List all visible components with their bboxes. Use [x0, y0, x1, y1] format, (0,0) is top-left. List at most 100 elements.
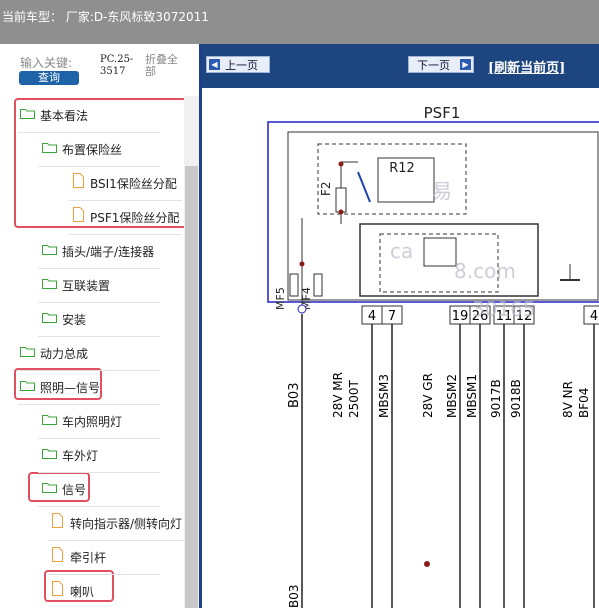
folder-open-icon [20, 381, 35, 391]
folder-open-icon [42, 245, 57, 255]
file-icon [73, 173, 84, 188]
tree-item-bsi1[interactable]: BSI1保险丝分配 [68, 166, 182, 201]
keyword-label: 输入关键: [20, 56, 73, 70]
left-panel: 输入关键: 查询 PC.25-3517 折叠全部 基本看法 布置保险丝 BSI1… [0, 44, 199, 608]
tree-item-label: 安装 [62, 313, 87, 327]
wire-label: B03 [287, 383, 302, 408]
module-title: PSF1 [424, 104, 461, 122]
folder-open-icon [42, 449, 57, 459]
folder-open-icon [20, 347, 35, 357]
tree-item-label: 插头/端子/连接器 [62, 245, 155, 259]
junction-dot [424, 561, 430, 567]
tree-item-turn-indicator[interactable]: 转向指示器/侧转向灯 [48, 506, 184, 541]
file-icon [52, 547, 63, 562]
inner-frame [287, 131, 599, 301]
prev-page-button[interactable]: ◀ 上一页 [206, 56, 270, 73]
tree-item-label: 车内照明灯 [62, 415, 123, 429]
folder-open-icon [42, 143, 57, 153]
fuse-mf5 [289, 273, 299, 297]
tree-item-fuse-layout[interactable]: 布置保险丝 [38, 132, 160, 167]
wire-label: 8V NR [561, 381, 575, 418]
folder-open-icon [42, 483, 57, 493]
scrollbar-thumb[interactable] [185, 166, 198, 608]
tree-item-label: BSI1保险丝分配 [90, 177, 177, 191]
wire-label: BF04 [577, 388, 591, 418]
tree-item-install[interactable]: 安装 [38, 302, 160, 337]
query-button[interactable]: 查询 [19, 71, 79, 85]
fuse-f2 [335, 187, 347, 213]
tree-item-label: 布置保险丝 [62, 143, 123, 157]
next-page-button[interactable]: 下一页 ▶ [408, 56, 474, 73]
svg-text:ca: ca [390, 239, 413, 263]
tree-item-powertrain[interactable]: 动力总成 [18, 336, 160, 371]
file-icon [52, 513, 63, 528]
tree-item-label: 喇叭 [70, 585, 95, 599]
prev-page-label: 上一页 [225, 59, 258, 72]
junction-dot [338, 209, 344, 215]
file-icon [52, 581, 63, 596]
svg-text:易: 易 [432, 179, 452, 203]
wire-label: MBSM1 [465, 374, 479, 418]
tree-item-horn[interactable]: 喇叭 [48, 574, 160, 608]
wire-label-bottom: B03 [287, 584, 301, 608]
tree-view: 基本看法 布置保险丝 BSI1保险丝分配 PSF1保险丝分配 插头/端子/连接器… [0, 96, 196, 608]
folder-open-icon [42, 279, 57, 289]
relay-switch [357, 171, 371, 203]
svg-text:8.com: 8.com [454, 259, 516, 283]
tree-item-label: 车外灯 [62, 449, 99, 463]
svg-text:30165: 30165 [472, 297, 536, 321]
tree-item-interconnect[interactable]: 互联装置 [38, 268, 160, 303]
wire-label: 9018B [509, 379, 523, 418]
arrow-right-icon: ▶ [460, 59, 471, 70]
tree-item-label: 照明—信号 [40, 381, 101, 395]
page-nav-bar: ◀ 上一页 下一页 ▶ [刷新当前页] [202, 44, 599, 88]
fold-all-link[interactable]: 折叠全部 [145, 54, 185, 78]
title-bar: 当前车型： 厂家:D-东风标致3072011 [0, 0, 599, 44]
fuse-f2-label: F2 [319, 181, 333, 196]
fuse-mf4 [313, 273, 323, 297]
pin-label: 19 [452, 309, 469, 324]
pin-label: 4 [368, 309, 376, 324]
tree-item-signal[interactable]: 信号 [38, 472, 160, 507]
tree-scrollbar[interactable] [184, 96, 199, 608]
file-icon [73, 207, 84, 222]
wire-label: 28V GR [421, 373, 435, 418]
tree-item-label: PSF1保险丝分配 [90, 211, 180, 225]
wire-label: 2500T [347, 379, 361, 418]
pin-label: 7 [388, 309, 396, 324]
tree-item-basic[interactable]: 基本看法 [18, 98, 160, 133]
tree-item-label: 转向指示器/侧转向灯 [70, 517, 183, 531]
diagram-panel: ◀ 上一页 下一页 ▶ [刷新当前页] PSF1 R12 F2 MF5 MF4 … [199, 44, 599, 608]
tree-item-label: 基本看法 [40, 109, 89, 123]
next-page-label: 下一页 [417, 59, 450, 72]
wire-label: MBSM2 [445, 374, 459, 418]
tree-item-interior-light[interactable]: 车内照明灯 [38, 404, 160, 439]
connector-b03 [297, 304, 307, 314]
folder-open-icon [42, 313, 57, 323]
folder-open-icon [20, 109, 35, 119]
refresh-page-link[interactable]: [刷新当前页] [488, 57, 565, 76]
tree-item-tow-bar[interactable]: 牵引杆 [48, 540, 160, 575]
folder-open-icon [42, 415, 57, 425]
wire-bundle [301, 314, 595, 608]
wiring-diagram: PSF1 R12 F2 MF5 MF4 4 7 19 26 11 12 4 B0… [267, 104, 599, 608]
pin-label: 4 [590, 309, 598, 324]
tree-item-label: 动力总成 [40, 347, 89, 361]
pc-code: PC.25-3517 [100, 54, 134, 77]
wire-label: 28V MR [331, 372, 345, 418]
fuse-mf5-label: MF5 [274, 287, 287, 310]
arrow-left-icon: ◀ [209, 59, 220, 70]
chip-icon [423, 237, 457, 267]
tree-item-label: 牵引杆 [70, 551, 107, 565]
tree-item-psf1[interactable]: PSF1保险丝分配 [68, 200, 182, 235]
tree-item-connectors[interactable]: 插头/端子/连接器 [38, 234, 160, 269]
tree-item-lighting-signal[interactable]: 照明—信号 [18, 370, 160, 405]
relay-label: R12 [389, 161, 415, 176]
tree-item-label: 信号 [62, 483, 87, 497]
junction-dot [338, 161, 344, 167]
wire-label: 9017B [489, 379, 503, 418]
junction-dot [299, 261, 305, 267]
vehicle-model-label: 当前车型： 厂家:D-东风标致3072011 [2, 10, 209, 24]
wire-label: MBSM3 [377, 374, 391, 418]
tree-item-exterior-light[interactable]: 车外灯 [38, 438, 160, 473]
